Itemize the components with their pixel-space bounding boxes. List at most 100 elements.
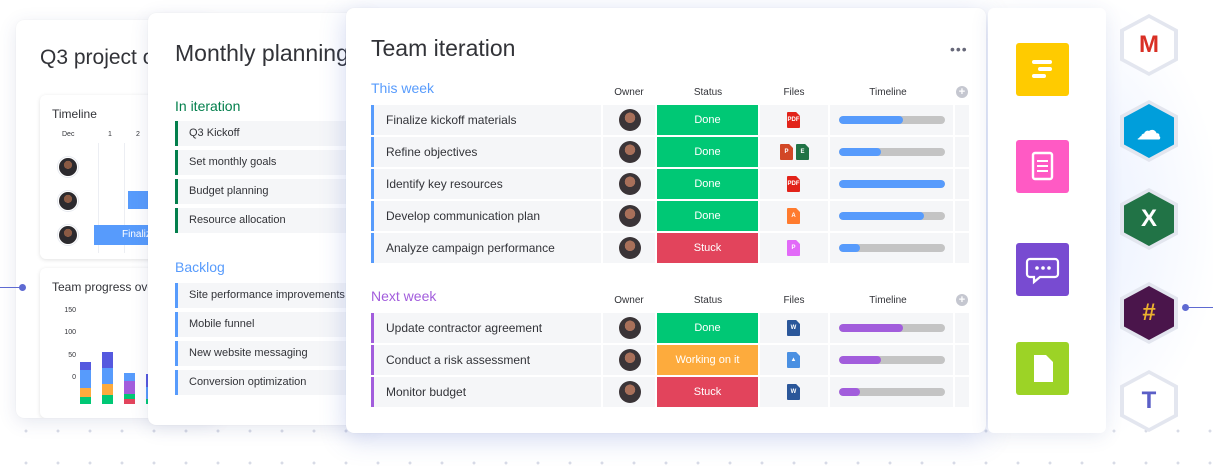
- owner-cell[interactable]: [603, 233, 655, 263]
- timeline-cell[interactable]: [830, 105, 953, 135]
- owner-cell[interactable]: [603, 201, 655, 231]
- item-row[interactable]: Finalize kickoff materials Done PDF: [371, 105, 969, 135]
- y-tick-150: 150: [64, 307, 76, 314]
- item-name[interactable]: Monitor budget: [371, 377, 601, 407]
- owner-cell[interactable]: [603, 313, 655, 343]
- status-badge[interactable]: Done: [657, 169, 758, 199]
- timeline-cell[interactable]: [830, 201, 953, 231]
- gmail-icon[interactable]: M: [1118, 12, 1180, 78]
- files-cell[interactable]: P: [760, 233, 828, 263]
- monthly-list-item[interactable]: Resource allocation: [175, 208, 373, 233]
- timeline-track: [839, 244, 945, 252]
- item-name[interactable]: Identify key resources: [371, 169, 601, 199]
- item-name[interactable]: Conduct a risk assessment: [371, 345, 601, 375]
- files-cell[interactable]: PE: [760, 137, 828, 167]
- monthly-list-item[interactable]: Budget planning: [175, 179, 373, 204]
- file-icon[interactable]: W: [787, 384, 800, 400]
- status-badge[interactable]: Done: [657, 313, 758, 343]
- files-cell[interactable]: W: [760, 377, 828, 407]
- row-end-cell: [955, 105, 969, 135]
- file-icon[interactable]: E: [796, 144, 809, 160]
- monthly-list-item[interactable]: Mobile funnel: [175, 312, 373, 337]
- teams-icon[interactable]: T: [1118, 368, 1180, 434]
- progress-widget-title: Team progress ove: [52, 280, 155, 294]
- timeline-cell[interactable]: [830, 233, 953, 263]
- owner-cell[interactable]: [603, 169, 655, 199]
- docs-app-icon[interactable]: [1016, 140, 1069, 193]
- progress-bar-segment: [102, 394, 113, 404]
- files-cell[interactable]: PDF: [760, 105, 828, 135]
- timeline-cell[interactable]: [830, 377, 953, 407]
- item-name[interactable]: Develop communication plan: [371, 201, 601, 231]
- chat-app-icon[interactable]: [1016, 243, 1069, 296]
- item-row[interactable]: Update contractor agreement Done W: [371, 313, 969, 343]
- salesforce-icon[interactable]: ☁: [1118, 98, 1180, 164]
- file-icon[interactable]: P: [780, 144, 793, 160]
- progress-bar-segment: [80, 388, 91, 398]
- column-header-status: Status: [693, 295, 723, 306]
- files-cell[interactable]: A: [760, 201, 828, 231]
- owner-cell[interactable]: [603, 345, 655, 375]
- monthly-list-item[interactable]: Site performance improvements: [175, 283, 373, 308]
- timeline-fill: [839, 180, 945, 188]
- file-app-icon[interactable]: [1016, 342, 1069, 395]
- monthly-planning-card[interactable]: Monthly planning In iteration Q3 Kickoff S…: [148, 13, 373, 425]
- add-column-button[interactable]: +: [956, 86, 968, 98]
- excel-icon[interactable]: X: [1118, 186, 1180, 252]
- progress-bar-segment: [124, 373, 135, 382]
- file-icon[interactable]: PDF: [787, 176, 800, 192]
- timeline-cell[interactable]: [830, 313, 953, 343]
- monthly-list-item[interactable]: Q3 Kickoff: [175, 121, 373, 146]
- row-end-cell: [955, 137, 969, 167]
- timeline-track: [839, 324, 945, 332]
- timeline-fill: [839, 148, 882, 156]
- files-cell[interactable]: ▲: [760, 345, 828, 375]
- team-iteration-card[interactable]: Team iteration ••• This week Owner Status F…: [346, 8, 986, 433]
- timeline-cell[interactable]: [830, 345, 953, 375]
- item-name[interactable]: Analyze campaign performance: [371, 233, 601, 263]
- owner-cell[interactable]: [603, 105, 655, 135]
- notes-app-icon[interactable]: [1016, 43, 1069, 96]
- monthly-list-item[interactable]: Conversion optimization: [175, 370, 373, 395]
- status-badge[interactable]: Stuck: [657, 377, 758, 407]
- more-options-icon[interactable]: •••: [950, 41, 968, 57]
- hex-border: #: [1120, 282, 1178, 344]
- owner-cell[interactable]: [603, 137, 655, 167]
- item-name[interactable]: Refine objectives: [371, 137, 601, 167]
- file-icon[interactable]: PDF: [787, 112, 800, 128]
- status-badge[interactable]: Done: [657, 201, 758, 231]
- monthly-group-label[interactable]: In iteration: [175, 98, 240, 114]
- owner-cell[interactable]: [603, 377, 655, 407]
- add-column-button[interactable]: +: [956, 294, 968, 306]
- item-row[interactable]: Develop communication plan Done A: [371, 201, 969, 231]
- status-badge[interactable]: Working on it: [657, 345, 758, 375]
- slack-icon[interactable]: #: [1118, 280, 1180, 346]
- status-badge[interactable]: Done: [657, 137, 758, 167]
- item-name[interactable]: Finalize kickoff materials: [371, 105, 601, 135]
- item-row[interactable]: Conduct a risk assessment Working on it ▲: [371, 345, 969, 375]
- item-name[interactable]: Update contractor agreement: [371, 313, 601, 343]
- item-row[interactable]: Identify key resources Done PDF: [371, 169, 969, 199]
- timeline-cell[interactable]: [830, 169, 953, 199]
- file-icon[interactable]: W: [787, 320, 800, 336]
- monthly-group-label[interactable]: Backlog: [175, 259, 225, 275]
- section-title[interactable]: This week: [371, 80, 434, 96]
- files-cell[interactable]: PDF: [760, 169, 828, 199]
- status-badge[interactable]: Stuck: [657, 233, 758, 263]
- item-row[interactable]: Monitor budget Stuck W: [371, 377, 969, 407]
- file-icon[interactable]: ▲: [787, 352, 800, 368]
- item-row[interactable]: Refine objectives Done P E: [371, 137, 969, 167]
- monthly-list-item[interactable]: New website messaging: [175, 341, 373, 366]
- file-icon[interactable]: P: [787, 240, 800, 256]
- timeline-track: [839, 116, 945, 124]
- timeline-track: [839, 180, 945, 188]
- monthly-list-item[interactable]: Set monthly goals: [175, 150, 373, 175]
- team-card-title: Team iteration: [371, 35, 516, 61]
- file-icon[interactable]: A: [787, 208, 800, 224]
- section-title[interactable]: Next week: [371, 288, 436, 304]
- item-row[interactable]: Analyze campaign performance Stuck P: [371, 233, 969, 263]
- timeline-cell[interactable]: [830, 137, 953, 167]
- files-cell[interactable]: W: [760, 313, 828, 343]
- status-badge[interactable]: Done: [657, 105, 758, 135]
- avatar: [619, 173, 641, 195]
